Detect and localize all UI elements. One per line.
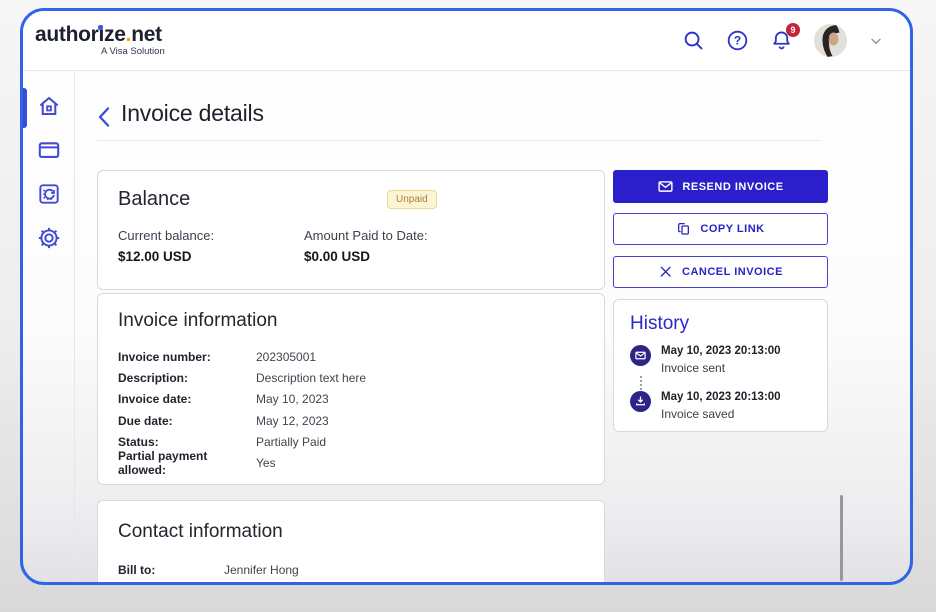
home-icon[interactable] [36, 93, 62, 119]
field-label: Due date: [118, 414, 256, 428]
user-avatar[interactable] [814, 24, 847, 57]
contact-card-title: Contact information [118, 521, 584, 543]
history-card-title: History [630, 313, 811, 335]
scrollbar-thumb[interactable] [840, 495, 843, 581]
settings-gear-icon[interactable] [36, 225, 62, 251]
balance-card: Balance Unpaid Current balance: $12.00 U… [97, 170, 605, 290]
unpaid-status-badge: Unpaid [387, 190, 437, 209]
invoice-card-title: Invoice information [118, 310, 584, 332]
event-timestamp: May 10, 2023 20:13:00 [661, 391, 781, 404]
field-label: Invoice number: [118, 350, 256, 364]
current-balance-value: $12.00 USD [118, 249, 304, 264]
notification-count-badge: 9 [786, 23, 800, 37]
left-nav-sidebar [23, 71, 75, 582]
payments-card-icon[interactable] [36, 137, 62, 163]
event-timestamp: May 10, 2023 20:13:00 [661, 345, 781, 358]
brand-logo[interactable]: authorize.net A Visa Solution [35, 24, 165, 57]
main-content: Invoice details Balance Unpaid Current b… [75, 71, 910, 582]
history-event: May 10, 2023 20:13:00 Invoice sent [630, 345, 811, 375]
search-icon[interactable] [682, 29, 705, 52]
cancel-invoice-button[interactable]: CANCEL INVOICE [613, 256, 828, 288]
timeline-connector [640, 376, 812, 390]
field-value: Yes [256, 456, 276, 470]
balance-card-title: Balance [118, 188, 584, 211]
table-row: Email:Jennifer.Hong@mail.com [118, 580, 584, 585]
field-value: Partially Paid [256, 435, 326, 449]
save-icon [630, 391, 651, 412]
current-balance-label: Current balance: [118, 228, 304, 243]
resend-invoice-button[interactable]: RESEND INVOICE [613, 170, 828, 203]
envelope-icon [657, 178, 674, 195]
back-chevron-icon[interactable] [97, 106, 111, 128]
title-divider [97, 140, 820, 141]
table-row: Due date:May 12, 2023 [118, 410, 584, 431]
field-label: Description: [118, 371, 256, 385]
account-chevron-down-icon[interactable] [868, 33, 884, 49]
field-value: 202305001 [256, 350, 316, 364]
field-label: Status: [118, 435, 256, 449]
active-nav-indicator [23, 88, 27, 128]
table-row: Invoice date:May 10, 2023 [118, 389, 584, 410]
brand-blue-tittle [98, 25, 103, 30]
field-label: Email: [118, 584, 224, 585]
x-icon [658, 264, 674, 280]
contact-information-card: Contact information Bill to:Jennifer Hon… [97, 500, 605, 585]
field-label: Invoice date: [118, 392, 256, 406]
top-header: authorize.net A Visa Solution ? 9 [23, 11, 910, 71]
envelope-icon [630, 345, 651, 366]
brand-tagline: A Visa Solution [101, 46, 165, 57]
svg-text:?: ? [734, 34, 741, 48]
event-label: Invoice saved [661, 407, 781, 421]
field-value: Description text here [256, 371, 366, 385]
amount-paid-value: $0.00 USD [304, 249, 428, 264]
field-value: May 10, 2023 [256, 392, 329, 406]
page-title: Invoice details [121, 100, 264, 127]
table-row: Partial payment allowed:Yes [118, 452, 584, 473]
copy-icon [676, 221, 692, 237]
table-row: Bill to:Jennifer Hong [118, 559, 584, 580]
amount-paid-label: Amount Paid to Date: [304, 228, 428, 243]
invoice-information-card: Invoice information Invoice number:20230… [97, 293, 605, 485]
table-row: Invoice number:202305001 [118, 346, 584, 367]
virtual-terminal-icon[interactable] [36, 181, 62, 207]
history-card: History May 10, 2023 20:13:00 Invoice se… [613, 299, 828, 432]
notifications-bell-icon[interactable]: 9 [770, 29, 793, 52]
table-row: Description:Description text here [118, 367, 584, 388]
field-value: Jennifer.Hong@mail.com [224, 584, 358, 585]
field-label: Bill to: [118, 563, 224, 577]
field-label: Partial payment allowed: [118, 449, 256, 477]
field-value: Jennifer Hong [224, 563, 299, 577]
field-value: May 12, 2023 [256, 414, 329, 428]
history-event: May 10, 2023 20:13:00 Invoice saved [630, 391, 811, 421]
app-window: authorize.net A Visa Solution ? 9 [20, 8, 913, 585]
help-icon[interactable]: ? [726, 29, 749, 52]
event-label: Invoice sent [661, 361, 781, 375]
copy-link-button[interactable]: COPY LINK [613, 213, 828, 245]
